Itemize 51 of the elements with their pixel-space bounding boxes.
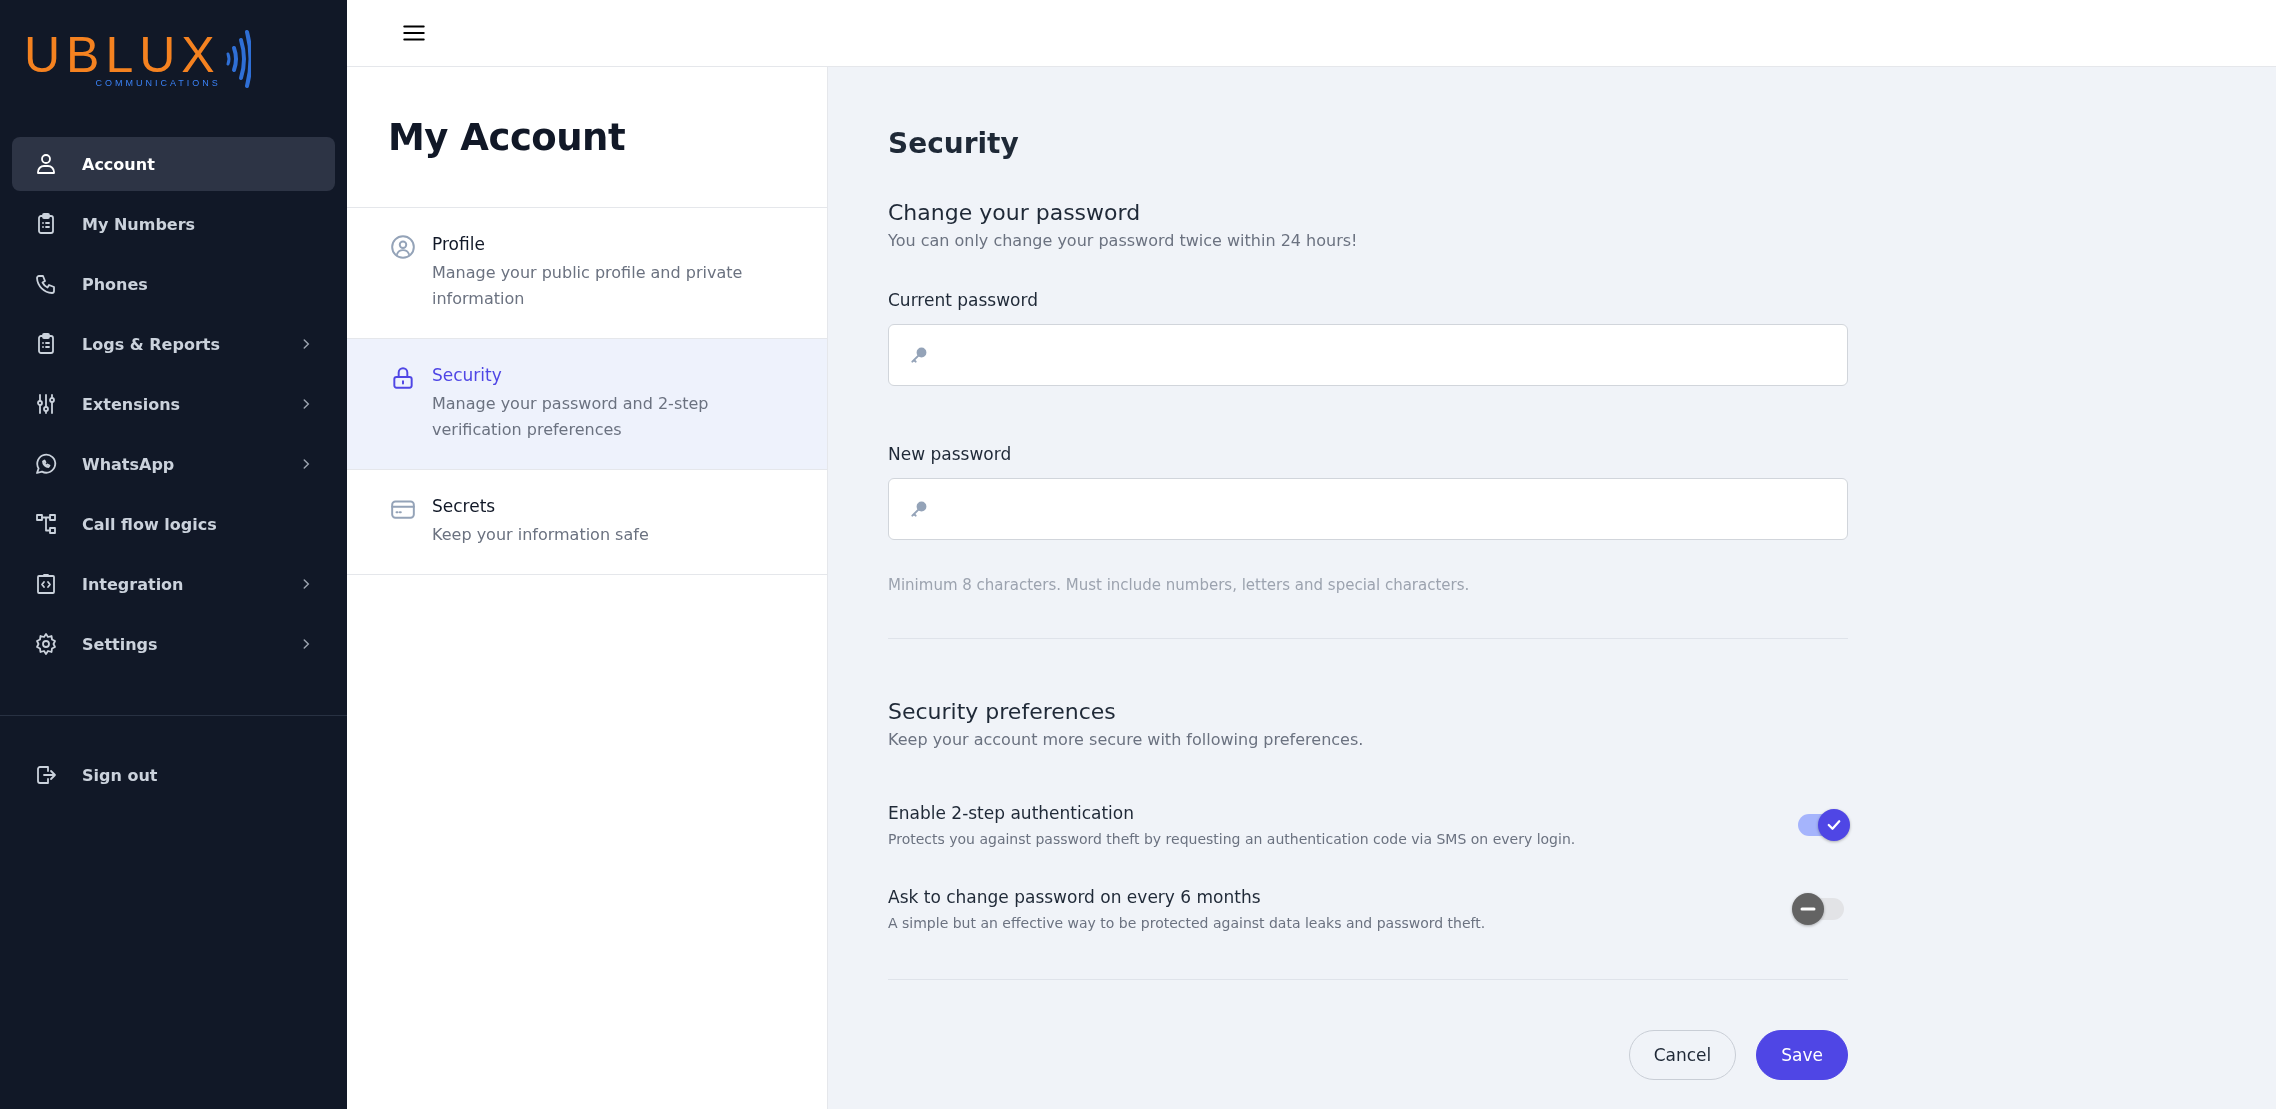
- menu-item-title: Security: [432, 365, 503, 385]
- section-heading: Security preferences: [888, 699, 1117, 724]
- sidebar-item[interactable]: Extensions: [12, 377, 335, 431]
- sign-out-icon: [34, 763, 58, 787]
- sidebar-item[interactable]: My Numbers: [12, 197, 335, 251]
- sidebar-item[interactable]: Settings: [12, 617, 335, 671]
- section-subtitle: You can only change your password twice within 24 hours!: [888, 231, 1359, 250]
- option-description: Protects you against password theft by requesting an authentication code via SMS on every login.: [888, 831, 1576, 847]
- password-field[interactable]: [888, 324, 1848, 386]
- menu-item-title: Profile: [432, 234, 486, 254]
- logo-tagline: COMMUNICATIONS: [95, 78, 221, 88]
- sidebar-item[interactable]: Integration: [12, 557, 335, 611]
- menu-item-title: Secrets: [432, 496, 497, 516]
- menu-item-description: Keep your information safe: [432, 524, 649, 546]
- page-title: My Account: [347, 67, 827, 208]
- person-icon: [34, 152, 58, 176]
- password-field[interactable]: [888, 478, 1848, 540]
- section-subtitle: Keep your account more secure with following preferences.: [888, 730, 1365, 749]
- key-icon: [909, 499, 929, 519]
- sidebar-item[interactable]: Call flow logics: [12, 497, 335, 551]
- flowchart-icon: [34, 512, 58, 536]
- code-clipboard-icon: [34, 572, 58, 596]
- sidebar-item[interactable]: Account: [12, 137, 335, 191]
- option-description: A simple but an effective way to be protected against data leaks and password theft.: [888, 915, 1486, 931]
- menu-item-description: Manage your public profile and private information: [432, 262, 744, 310]
- sliders-icon: [34, 392, 58, 416]
- sidebar-item[interactable]: Logs & Reports: [12, 317, 335, 371]
- settings-menu-item[interactable]: Security Manage your password and 2-step verification preferences: [347, 339, 827, 470]
- chat-phone-icon: [34, 452, 58, 476]
- save-button[interactable]: Save: [1756, 1030, 1848, 1080]
- field-label: Current password: [888, 290, 1039, 310]
- lock-icon: [390, 365, 416, 391]
- key-icon: [909, 345, 929, 365]
- logo-wordmark: UBLUX: [24, 30, 221, 80]
- field-label: New password: [888, 444, 1013, 464]
- sidebar-item[interactable]: Phones: [12, 257, 335, 311]
- menu-item-description: Manage your password and 2-step verification preferences: [432, 393, 710, 441]
- sign-out-item[interactable]: Sign out: [12, 748, 335, 802]
- settings-icon: [34, 632, 58, 656]
- minus-icon: [1800, 907, 1816, 911]
- cancel-button[interactable]: Cancel: [1628, 1030, 1737, 1080]
- signal-waves-icon: [224, 28, 251, 90]
- phone-icon: [34, 272, 58, 296]
- section-title: Security: [888, 127, 1020, 160]
- section-heading: Change your password: [888, 200, 1142, 225]
- settings-menu-item[interactable]: Secrets Keep your information safe: [347, 470, 827, 575]
- option-label: Enable 2-step authentication: [888, 803, 1136, 823]
- sidebar-item[interactable]: WhatsApp: [12, 437, 335, 491]
- password-hint: Minimum 8 characters. Must include numbers, letters and special characters.: [888, 576, 1471, 594]
- user-circle-icon: [390, 234, 416, 260]
- option-label: Ask to change password on every 6 months: [888, 887, 1262, 907]
